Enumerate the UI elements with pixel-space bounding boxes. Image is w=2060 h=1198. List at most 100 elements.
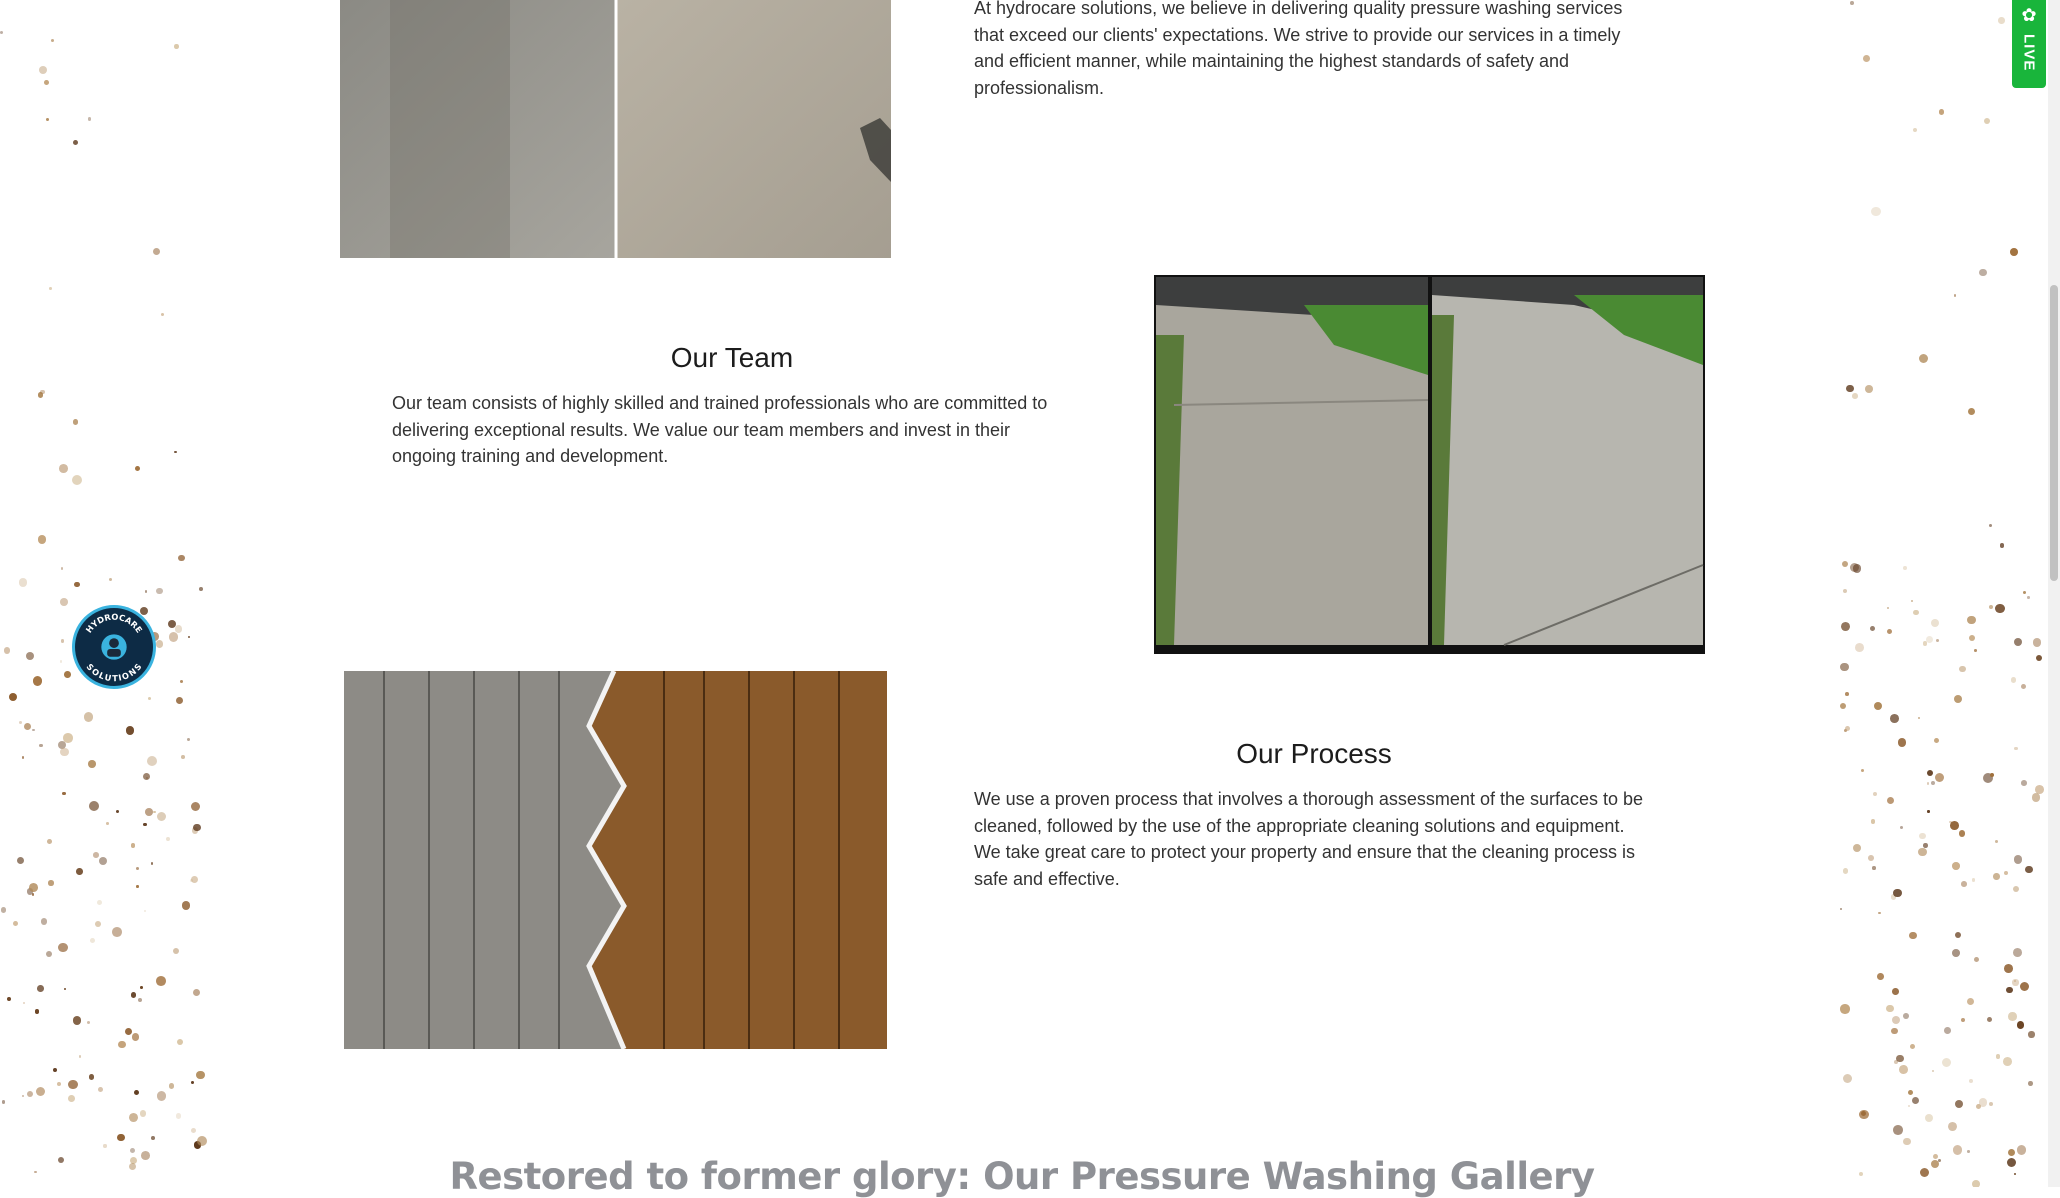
speckle-dot bbox=[93, 852, 99, 858]
speckle-dot bbox=[44, 80, 49, 85]
speckle-dot bbox=[68, 1080, 78, 1090]
speckle-dot bbox=[1969, 1079, 1973, 1083]
speckle-dot bbox=[2004, 964, 2013, 973]
speckle-dot bbox=[1843, 868, 1849, 874]
speckle-dot bbox=[39, 66, 47, 74]
speckle-dot bbox=[19, 721, 22, 724]
speckle-dot bbox=[1840, 908, 1842, 910]
speckle-dot bbox=[173, 948, 179, 954]
speckle-dot bbox=[1840, 1004, 1849, 1013]
speckle-dot bbox=[1950, 821, 1959, 830]
speckle-dot bbox=[7, 997, 12, 1002]
speckle-dot bbox=[1846, 385, 1853, 392]
speckle-dot bbox=[1989, 605, 1993, 609]
speckle-dot bbox=[2017, 1021, 2025, 1029]
speckle-dot bbox=[4, 647, 10, 653]
speckle-dot bbox=[1919, 354, 1928, 363]
speckle-dot bbox=[181, 755, 185, 759]
speckle-dot bbox=[1995, 840, 1998, 843]
intro-paragraph: At hydrocare solutions, we believe in de… bbox=[974, 0, 1654, 101]
speckle-dot bbox=[1968, 408, 1975, 415]
speckle-dot bbox=[33, 676, 43, 686]
speckle-dot bbox=[1927, 810, 1929, 812]
speckle-dot bbox=[191, 876, 198, 883]
speckle-dot bbox=[73, 1016, 82, 1025]
scrollbar-thumb[interactable] bbox=[2050, 285, 2058, 581]
speckle-dot bbox=[1948, 1122, 1957, 1131]
speckle-dot bbox=[116, 810, 119, 813]
speckle-dot bbox=[1927, 770, 1933, 776]
speckle-dot bbox=[2, 1100, 6, 1104]
speckle-dot bbox=[1891, 1028, 1897, 1034]
speckle-dot bbox=[1853, 564, 1861, 572]
speckle-dot bbox=[90, 938, 95, 943]
speckle-dot bbox=[174, 451, 176, 453]
speckle-dot bbox=[60, 748, 69, 757]
speckle-dot bbox=[156, 640, 163, 647]
page-scrollbar[interactable] bbox=[2048, 0, 2060, 1187]
speckle-dot bbox=[182, 901, 191, 910]
speckle-dot bbox=[2025, 866, 2032, 873]
speckle-dot bbox=[134, 1090, 139, 1095]
speckle-dot bbox=[1931, 619, 1939, 627]
speckle-dot bbox=[58, 943, 68, 953]
concrete-before-after-photo bbox=[340, 0, 891, 258]
speckle-dot bbox=[37, 985, 44, 992]
speckle-dot bbox=[1967, 1150, 1970, 1153]
speckle-dot bbox=[1952, 862, 1960, 870]
speckle-dot bbox=[1979, 269, 1987, 277]
speckle-dot bbox=[84, 712, 93, 721]
speckle-dot bbox=[109, 578, 113, 582]
speckle-dot bbox=[1955, 932, 1961, 938]
speckle-dot bbox=[1936, 639, 1939, 642]
live-chat-tab[interactable]: ✿ LIVE bbox=[2012, 0, 2046, 88]
speckle-dot bbox=[157, 812, 167, 822]
speckle-dot bbox=[153, 248, 160, 255]
speckle-dot bbox=[22, 756, 24, 758]
speckle-dot bbox=[1959, 830, 1965, 836]
speckle-dot bbox=[153, 811, 156, 814]
speckle-dot bbox=[64, 988, 66, 990]
hydrocare-badge-logo[interactable]: HYDROCARE SOLUTIONS bbox=[72, 605, 156, 689]
speckle-dot bbox=[1873, 792, 1877, 796]
speckle-dot bbox=[166, 837, 170, 841]
decorative-speckle-left bbox=[0, 0, 210, 1187]
speckle-dot bbox=[1954, 294, 1956, 296]
speckle-dot bbox=[1967, 998, 1974, 1005]
speckle-dot bbox=[1959, 666, 1965, 672]
speckle-dot bbox=[57, 1082, 61, 1086]
gallery-heading: Restored to former glory: Our Pressure W… bbox=[0, 1155, 2044, 1198]
speckle-dot bbox=[1840, 663, 1849, 672]
speckle-dot bbox=[1935, 773, 1944, 782]
speckle-dot bbox=[1845, 692, 1849, 696]
speckle-dot bbox=[1939, 109, 1945, 115]
speckle-dot bbox=[178, 555, 185, 562]
speckle-dot bbox=[1886, 1005, 1893, 1012]
speckle-dot bbox=[1908, 1090, 1913, 1095]
speckle-dot bbox=[64, 671, 71, 678]
speckle-dot bbox=[2011, 677, 2016, 682]
speckle-dot bbox=[125, 1028, 132, 1035]
speckle-dot bbox=[53, 1068, 57, 1072]
speckle-dot bbox=[47, 839, 52, 844]
speckle-dot bbox=[68, 1095, 75, 1102]
speckle-dot bbox=[143, 823, 147, 827]
speckle-dot bbox=[62, 792, 66, 796]
live-label: LIVE bbox=[2021, 34, 2038, 71]
decorative-speckle-right bbox=[1838, 0, 2048, 1187]
speckle-dot bbox=[1890, 714, 1899, 723]
speckle-dot bbox=[59, 464, 68, 473]
speckle-dot bbox=[41, 918, 48, 925]
speckle-dot bbox=[2004, 871, 2008, 875]
speckle-dot bbox=[39, 744, 42, 747]
speckle-dot bbox=[1842, 561, 1848, 567]
speckle-dot bbox=[2012, 979, 2018, 985]
speckle-dot bbox=[1853, 844, 1861, 852]
speckle-dot bbox=[145, 808, 153, 816]
speckle-dot bbox=[132, 1033, 140, 1041]
speckle-dot bbox=[157, 1091, 167, 1101]
svg-text:SOLUTIONS: SOLUTIONS bbox=[84, 662, 143, 684]
speckle-dot bbox=[1877, 973, 1884, 980]
speckle-dot bbox=[1865, 385, 1873, 393]
speckle-dot bbox=[97, 900, 102, 905]
